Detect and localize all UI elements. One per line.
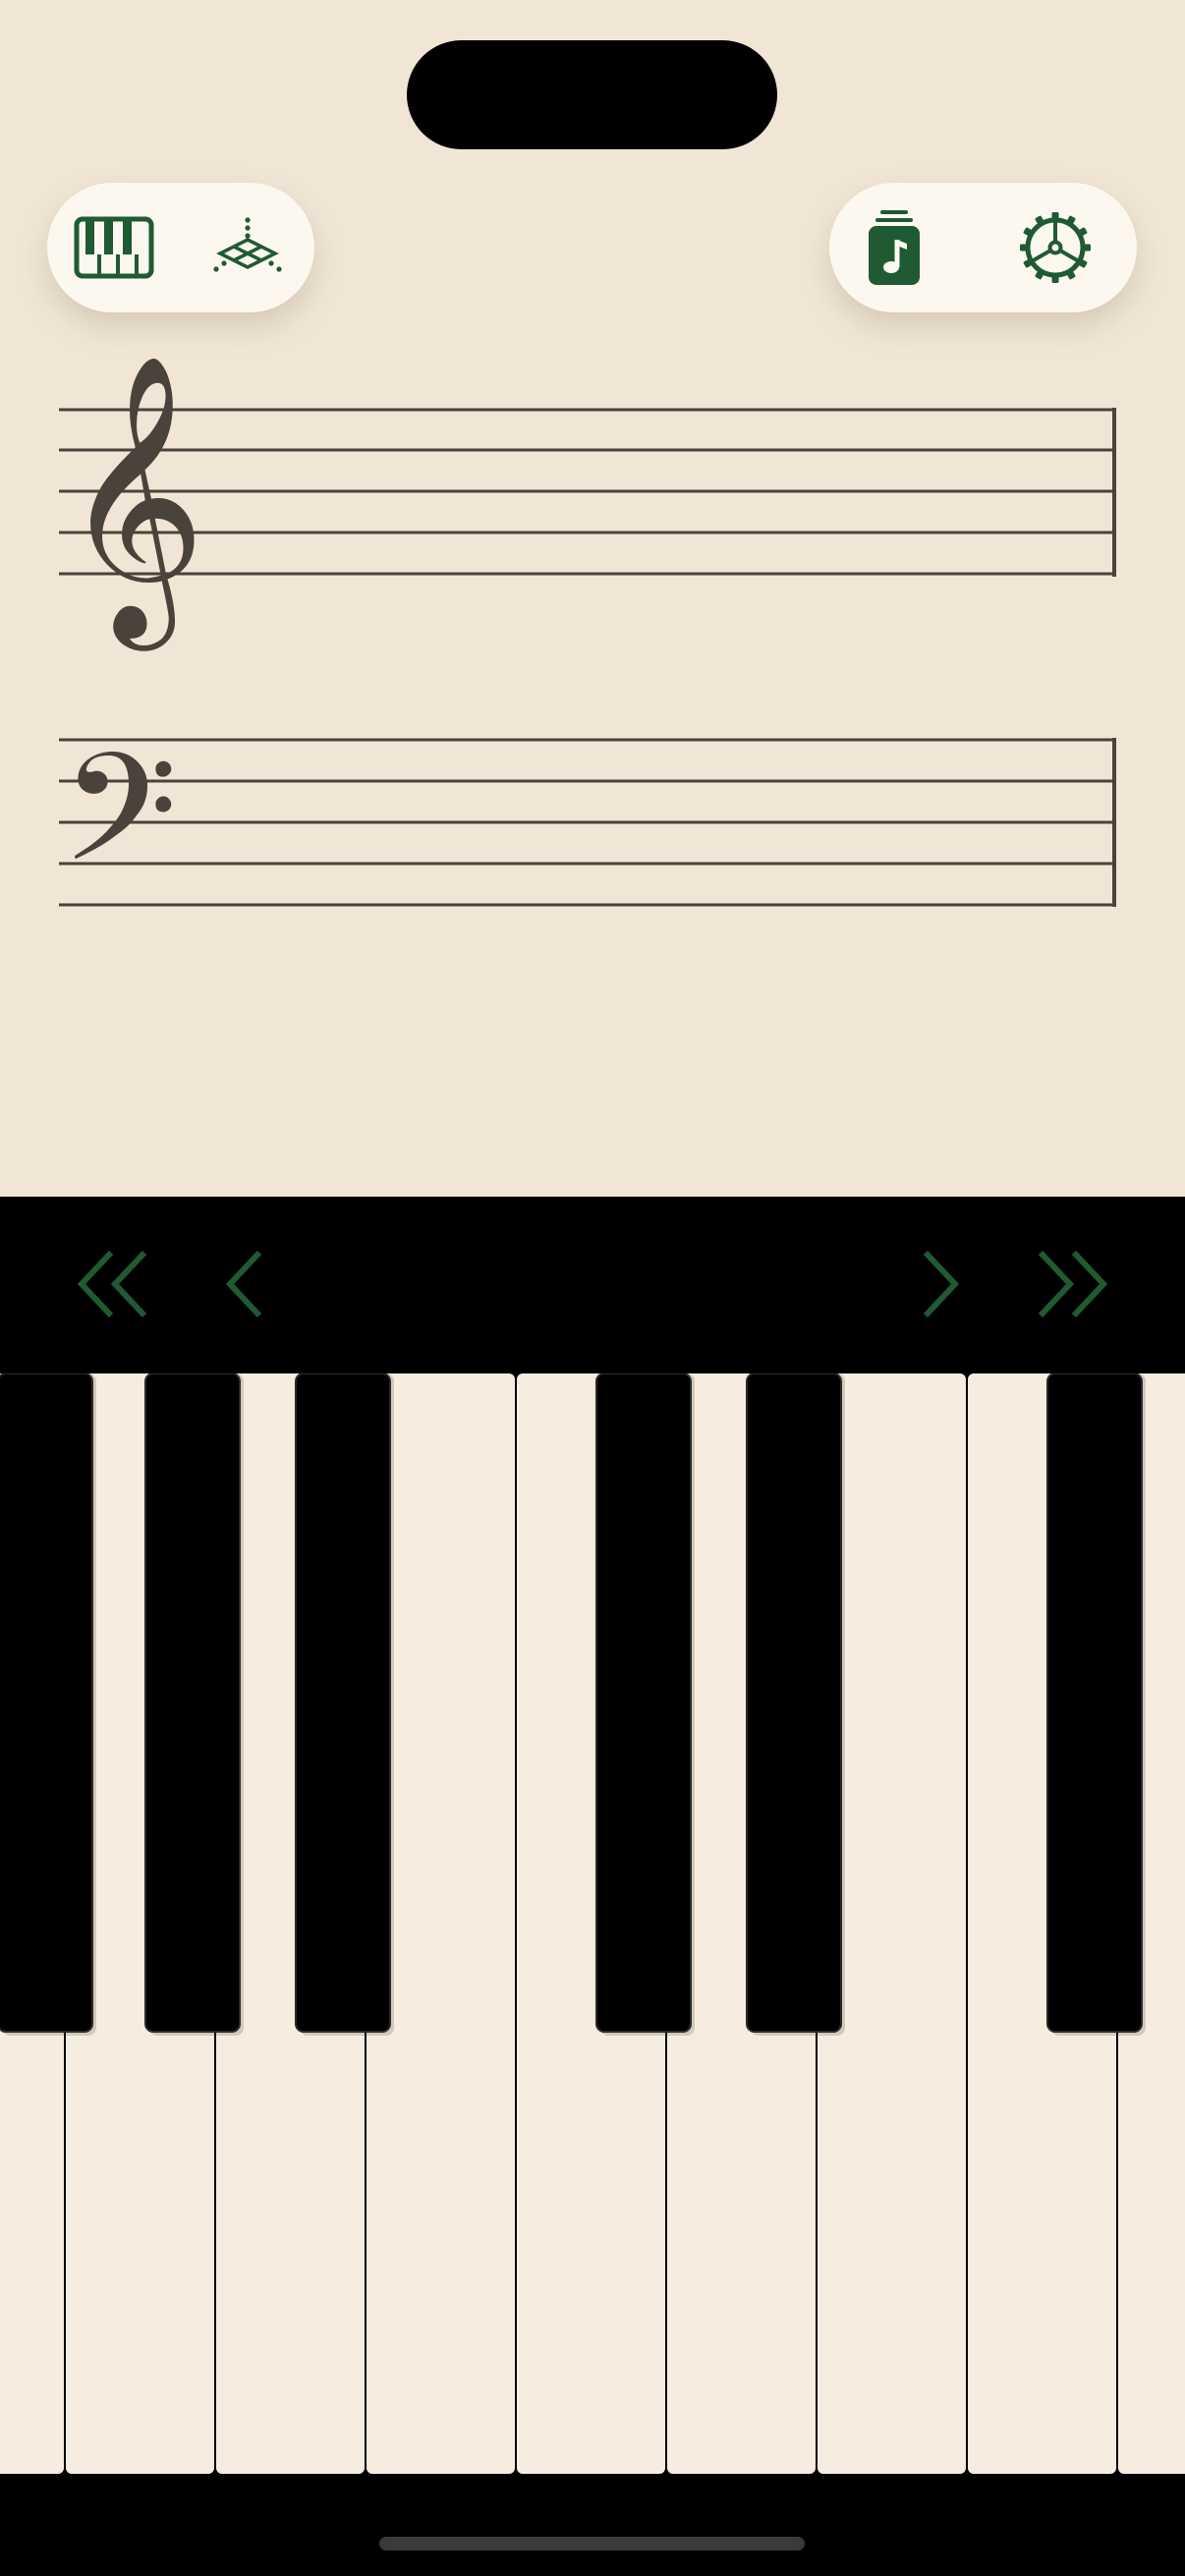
- black-key[interactable]: [0, 1372, 93, 2033]
- chevron-left-icon: [225, 1250, 262, 1318]
- black-key[interactable]: [595, 1372, 692, 2033]
- step-left-button[interactable]: [187, 1220, 305, 1348]
- double-chevron-right-icon: [1038, 1250, 1108, 1318]
- jump-right-button[interactable]: [1012, 1220, 1130, 1348]
- home-area: [0, 2476, 1185, 2576]
- bass-staff: [59, 738, 1116, 907]
- sheet-music-area: 𝄞 𝄢: [0, 0, 1185, 1197]
- bass-clef: 𝄢: [61, 720, 178, 932]
- home-indicator[interactable]: [379, 2537, 805, 2550]
- treble-staff: [59, 408, 1116, 577]
- black-key[interactable]: [746, 1372, 842, 2033]
- jump-left-button[interactable]: [55, 1220, 173, 1348]
- step-right-button[interactable]: [880, 1220, 998, 1348]
- treble-clef: 𝄞: [61, 352, 206, 651]
- piano-keys: [0, 1372, 1185, 2474]
- piano-keyboard: [0, 1372, 1185, 2476]
- grand-staff: 𝄞 𝄢: [59, 352, 1116, 932]
- chevron-right-icon: [923, 1250, 960, 1318]
- black-key[interactable]: [295, 1372, 391, 2033]
- octave-navigation-bar: [0, 1197, 1185, 1373]
- black-key[interactable]: [1046, 1372, 1143, 2033]
- black-key[interactable]: [144, 1372, 241, 2033]
- double-chevron-left-icon: [77, 1250, 147, 1318]
